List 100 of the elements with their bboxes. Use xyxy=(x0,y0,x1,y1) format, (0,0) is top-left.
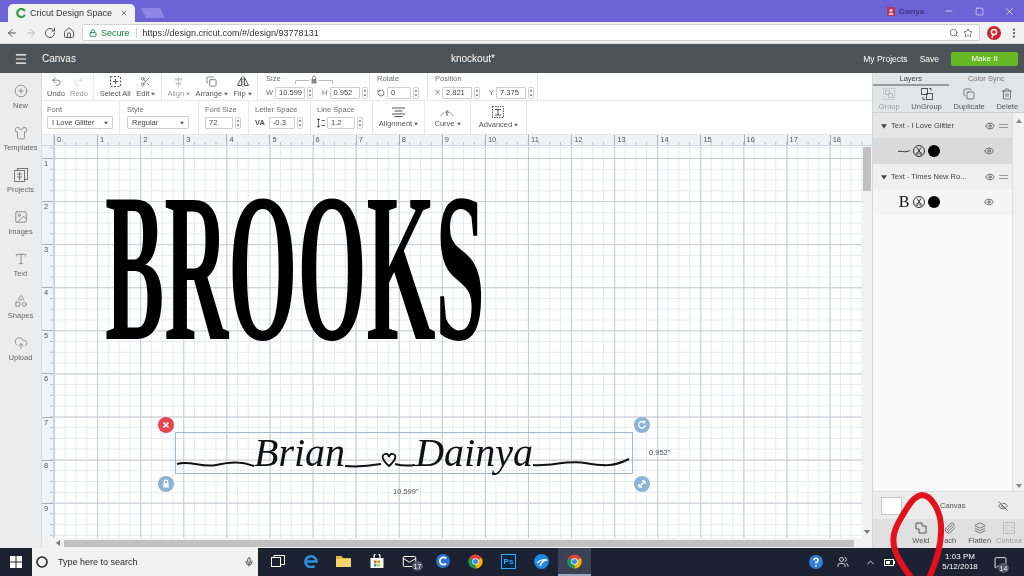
ungrouped-squares-icon xyxy=(920,87,933,100)
folder-icon xyxy=(336,555,351,567)
header-link[interactable]: Save xyxy=(919,53,939,64)
paperclip-icon xyxy=(944,522,957,535)
picture-icon xyxy=(13,210,28,224)
flourish-thumbnail-icon xyxy=(898,149,910,153)
drag-handle-icon[interactable] xyxy=(999,174,1008,179)
stepper-icon[interactable] xyxy=(474,86,480,99)
close-icon[interactable] xyxy=(120,9,129,17)
search-field[interactable]: Type here to search xyxy=(58,557,208,567)
battery-icon[interactable] xyxy=(883,558,895,566)
padlock-icon xyxy=(89,28,97,37)
eye-icon[interactable] xyxy=(984,146,994,156)
clock-button[interactable]: 1:03 PM 5/12/2018 xyxy=(932,552,988,572)
curved-arrow-left-icon xyxy=(50,75,62,87)
rotate-circle-icon[interactable] xyxy=(634,417,650,433)
ring-icon xyxy=(36,556,48,568)
tricolor-circle-icon xyxy=(468,553,483,569)
stepper-icon[interactable] xyxy=(528,86,535,99)
eye-icon[interactable] xyxy=(984,197,994,207)
maximize-icon[interactable] xyxy=(974,6,984,16)
align-bars-icon xyxy=(173,75,185,87)
eye-icon[interactable] xyxy=(985,120,995,131)
stepper-icon[interactable] xyxy=(413,86,419,99)
trash-icon xyxy=(1001,87,1014,100)
dashed-frame-icon xyxy=(1003,522,1016,535)
header-link[interactable]: My Projects xyxy=(863,53,908,64)
caret-icon xyxy=(104,120,108,125)
question-mark-icon[interactable] xyxy=(809,555,823,569)
script-text: Dainya xyxy=(415,433,533,473)
c-logo-icon xyxy=(16,8,26,18)
layer-row[interactable] xyxy=(873,138,1012,164)
scrollbar-thumb[interactable] xyxy=(863,147,871,191)
up-arrow-icon[interactable] xyxy=(1015,119,1022,123)
panel-scrollbar[interactable] xyxy=(1012,113,1024,491)
lock-circle-icon[interactable] xyxy=(158,476,174,492)
secure-label: Secure xyxy=(101,27,130,38)
lock-link-icon[interactable] xyxy=(294,74,333,84)
eye-icon[interactable] xyxy=(985,171,995,182)
scissors-circle-icon xyxy=(913,196,925,208)
profile-icon xyxy=(887,6,896,16)
curved-arrow-right-icon xyxy=(73,75,85,87)
pin-logo-icon[interactable] xyxy=(987,25,1001,40)
taskbar-app-button[interactable]: Ps xyxy=(492,548,525,576)
pages-grid-icon xyxy=(13,168,28,182)
letter-t-icon xyxy=(13,252,28,266)
grouped-squares-icon xyxy=(883,87,896,100)
script-text: Brian xyxy=(254,433,346,473)
shirt-icon xyxy=(13,126,28,140)
shopping-bag-icon xyxy=(369,554,384,568)
heart-flourish-drawing xyxy=(345,453,416,469)
url-text: https://design.cricut.com/#/design/93778131 xyxy=(142,27,319,38)
overlapping-windows-icon xyxy=(270,555,285,567)
left-arrow-icon[interactable] xyxy=(56,540,60,546)
scissors-circle-icon xyxy=(913,145,925,157)
dashed-square-plus-icon xyxy=(109,75,121,87)
align-lines-icon xyxy=(392,107,405,118)
merged-shapes-icon xyxy=(914,522,927,535)
address-field[interactable]: Secure https://design.cricut.com/#/design/93778131 xyxy=(82,24,980,41)
stepper-icon[interactable] xyxy=(361,86,368,99)
crossed-eye-icon[interactable] xyxy=(998,500,1008,511)
c-ring-icon xyxy=(435,554,450,568)
swoosh-circle-icon xyxy=(534,553,549,569)
stepper-icon[interactable] xyxy=(235,116,241,129)
cloud-upload-icon xyxy=(13,336,28,350)
menu-icon[interactable] xyxy=(14,51,28,66)
reload-icon[interactable] xyxy=(44,26,56,39)
x-circle-icon[interactable] xyxy=(158,417,174,433)
vertical-scrollbar[interactable] xyxy=(862,146,872,538)
stepper-icon[interactable] xyxy=(357,116,363,129)
rotate-arrow-icon xyxy=(377,88,385,97)
caret-icon xyxy=(180,120,184,125)
star-icon[interactable] xyxy=(963,27,973,38)
arc-icon xyxy=(440,107,455,118)
plus-circle-icon xyxy=(13,84,28,98)
house-icon[interactable] xyxy=(63,26,75,39)
stepper-icon[interactable] xyxy=(307,86,314,99)
search-icon[interactable] xyxy=(949,27,959,38)
layer-thumbnail: B xyxy=(898,194,910,210)
back-arrow-icon[interactable] xyxy=(6,26,18,39)
stacked-squares-icon xyxy=(963,87,976,100)
flip-triangles-icon xyxy=(236,75,249,87)
people-icon[interactable] xyxy=(837,556,849,568)
layers-icon xyxy=(973,522,986,535)
windows-logo-icon xyxy=(10,556,22,568)
stepper-icon[interactable] xyxy=(296,116,303,129)
shapes-icon xyxy=(13,294,28,308)
canvas-text[interactable]: BROOKS xyxy=(105,194,485,342)
microphone-icon[interactable] xyxy=(244,557,254,567)
close-icon[interactable] xyxy=(1003,5,1015,17)
scrollbar-thumb[interactable] xyxy=(64,539,854,547)
down-arrow-icon[interactable] xyxy=(1015,484,1022,488)
drag-handle-icon[interactable] xyxy=(999,123,1008,128)
browser-tab[interactable]: Cricut Design Space xyxy=(8,4,135,22)
swatch-dot-icon xyxy=(928,145,940,157)
section-title: Canvas xyxy=(42,53,76,64)
horizontal-scrollbar[interactable] xyxy=(42,538,872,548)
tricolor-circle-icon xyxy=(567,553,582,569)
down-arrow-icon[interactable] xyxy=(864,530,870,534)
layer-row[interactable]: B xyxy=(873,189,1012,215)
